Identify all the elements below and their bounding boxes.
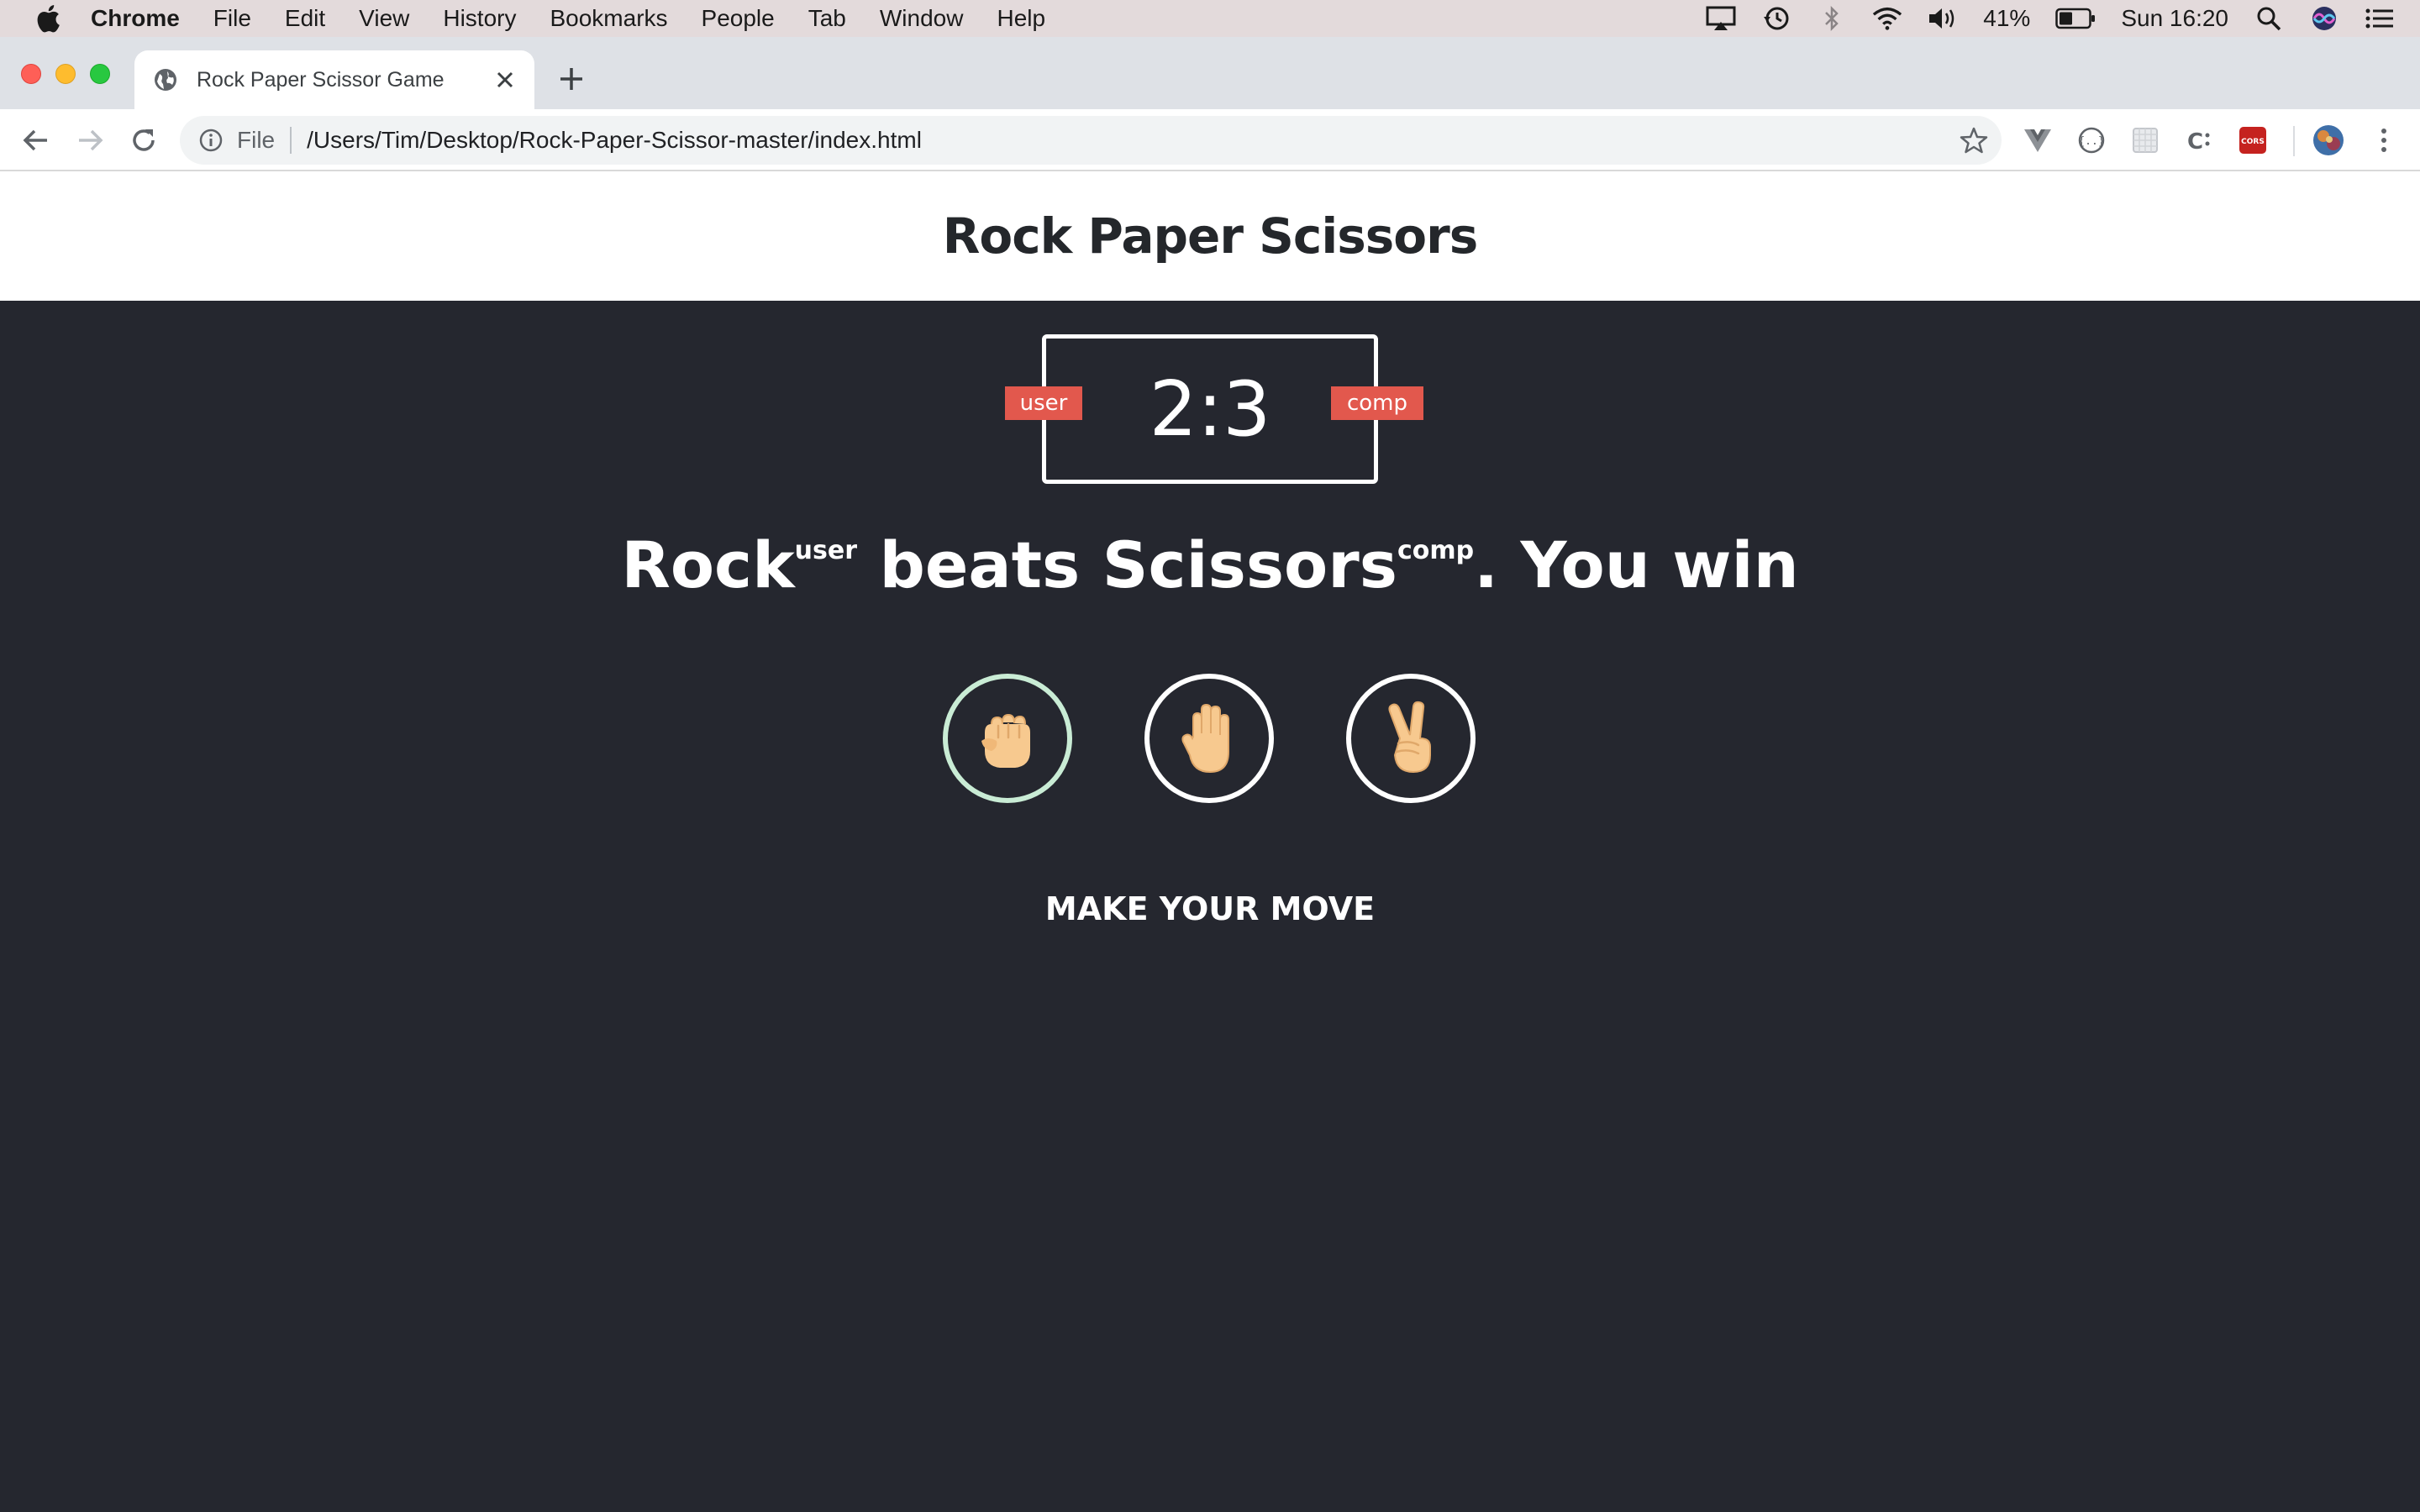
omnibox-divider bbox=[290, 127, 292, 154]
menu-file[interactable]: File bbox=[213, 5, 251, 32]
window-minimize-button[interactable] bbox=[55, 64, 76, 84]
victory-hand-icon bbox=[1388, 701, 1431, 774]
page-header: Rock Paper Scissors bbox=[0, 171, 2420, 301]
result-verb: beats bbox=[879, 528, 1081, 602]
menubar-status-area: 41% Sun 16:20 bbox=[1706, 0, 2395, 37]
bookmark-star-icon[interactable] bbox=[1960, 126, 1988, 155]
tab-title: Rock Paper Scissor Game bbox=[197, 67, 445, 92]
profile-avatar[interactable] bbox=[2312, 124, 2344, 156]
notification-center-icon[interactable] bbox=[2365, 6, 2395, 31]
bluetooth-icon[interactable] bbox=[1817, 5, 1847, 32]
menu-window[interactable]: Window bbox=[880, 5, 964, 32]
spotlight-search-icon[interactable] bbox=[2254, 6, 2284, 31]
user-score-badge: user bbox=[1005, 386, 1082, 420]
grid-extension-icon[interactable] bbox=[2129, 124, 2161, 156]
browser-toolbar: File /Users/Tim/Desktop/Rock-Paper-Sciss… bbox=[0, 109, 2420, 171]
siri-icon[interactable] bbox=[2309, 6, 2339, 31]
volume-icon[interactable] bbox=[1928, 6, 1958, 31]
window-close-button[interactable] bbox=[21, 64, 41, 84]
c-colon-extension-icon[interactable]: C bbox=[2183, 124, 2215, 156]
time-machine-icon[interactable] bbox=[1761, 6, 1791, 31]
comp-score-badge: comp bbox=[1331, 386, 1423, 420]
menu-bookmarks[interactable]: Bookmarks bbox=[550, 5, 667, 32]
game-area: 2:3 user comp Rockuser beats Scissorscom… bbox=[0, 301, 2420, 1512]
globe-icon bbox=[155, 69, 176, 91]
menu-tab[interactable]: Tab bbox=[808, 5, 846, 32]
battery-icon[interactable] bbox=[2055, 6, 2096, 31]
result-user-choice: Rock bbox=[621, 528, 795, 602]
menu-history[interactable]: History bbox=[443, 5, 516, 32]
url-scheme-label: File bbox=[237, 127, 276, 153]
new-tab-plus-icon[interactable] bbox=[558, 66, 585, 92]
code-braces-extension-icon[interactable]: {..} bbox=[2075, 124, 2107, 156]
airplay-icon[interactable] bbox=[1706, 6, 1736, 31]
page-title: Rock Paper Scissors bbox=[942, 207, 1478, 265]
window-maximize-button[interactable] bbox=[90, 64, 110, 84]
vue-devtools-extension-icon[interactable] bbox=[2022, 124, 2054, 156]
fist-hand-icon bbox=[981, 713, 1030, 768]
menu-view[interactable]: View bbox=[359, 5, 409, 32]
battery-percent: 41% bbox=[1983, 5, 2031, 31]
tab-close-icon[interactable] bbox=[494, 69, 516, 91]
back-arrow-icon[interactable] bbox=[22, 126, 50, 155]
scoreboard: 2:3 bbox=[1042, 334, 1378, 484]
menu-help[interactable]: Help bbox=[997, 5, 1045, 32]
menu-edit[interactable]: Edit bbox=[285, 5, 325, 32]
result-outcome: . You win bbox=[1474, 528, 1799, 602]
score-display: 2:3 bbox=[1149, 365, 1271, 454]
reload-icon[interactable] bbox=[129, 126, 158, 155]
browser-tab-active[interactable]: Rock Paper Scissor Game bbox=[134, 50, 534, 109]
url-text[interactable]: /Users/Tim/Desktop/Rock-Paper-Scissor-ma… bbox=[307, 127, 922, 154]
menu-app-name[interactable]: Chrome bbox=[91, 5, 180, 32]
menubar-clock[interactable]: Sun 16:20 bbox=[2121, 5, 2228, 32]
browser-tab-strip: Rock Paper Scissor Game bbox=[0, 37, 2420, 109]
rock-choice-button[interactable] bbox=[943, 674, 1072, 803]
site-info-icon[interactable] bbox=[198, 128, 224, 153]
svg-text:C: C bbox=[2187, 129, 2203, 155]
svg-text:CORS: CORS bbox=[2241, 138, 2265, 146]
result-user-tag: user bbox=[794, 536, 857, 565]
menu-people[interactable]: People bbox=[702, 5, 775, 32]
svg-text:{..}: {..} bbox=[2078, 135, 2104, 148]
apple-menu-icon[interactable] bbox=[35, 4, 60, 33]
macos-menubar: Chrome File Edit View History Bookmarks … bbox=[0, 0, 2420, 37]
paper-choice-button[interactable] bbox=[1144, 674, 1274, 803]
make-your-move-prompt: MAKE YOUR MOVE bbox=[1044, 890, 1376, 927]
result-comp-tag: comp bbox=[1397, 536, 1475, 565]
toolbar-divider bbox=[2293, 126, 2295, 156]
chrome-menu-kebab-icon[interactable] bbox=[2368, 124, 2400, 156]
result-comp-choice: Scissors bbox=[1102, 528, 1397, 602]
forward-arrow-icon[interactable] bbox=[76, 126, 104, 155]
scissors-choice-button[interactable] bbox=[1346, 674, 1476, 803]
round-result-message: Rockuser beats Scissorscomp. You win bbox=[0, 528, 2420, 602]
wifi-icon[interactable] bbox=[1872, 6, 1902, 31]
cors-extension-icon[interactable]: CORS bbox=[2237, 124, 2269, 156]
open-hand-icon bbox=[1181, 703, 1229, 774]
address-bar[interactable]: File /Users/Tim/Desktop/Rock-Paper-Sciss… bbox=[180, 116, 2002, 165]
